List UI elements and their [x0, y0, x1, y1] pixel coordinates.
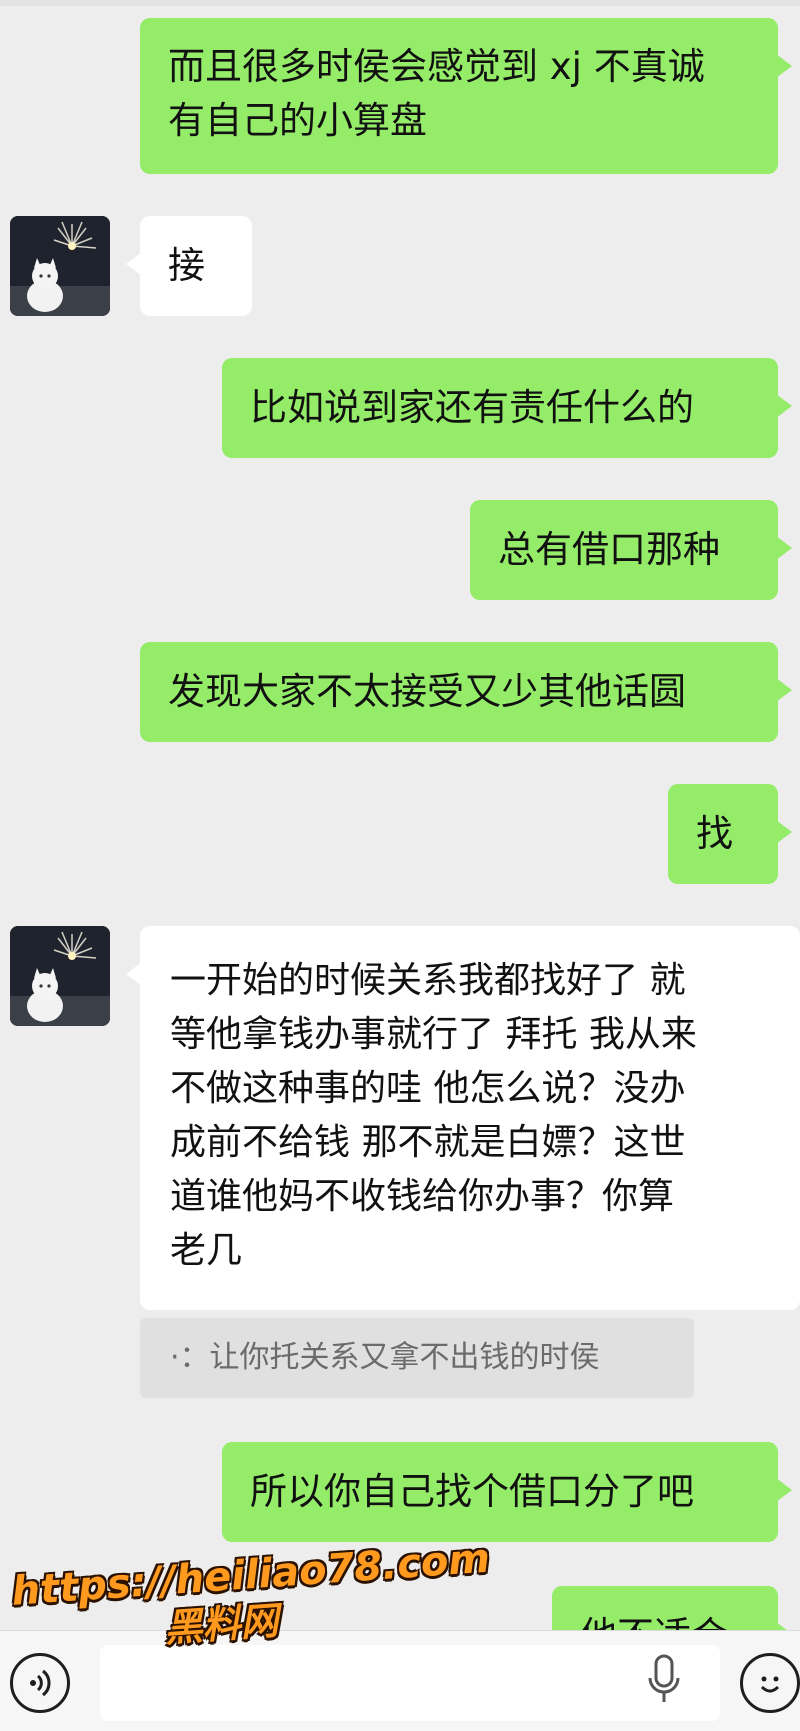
outgoing-message-bubble[interactable]: 找 — [668, 784, 792, 884]
voice-wave-icon — [30, 1669, 51, 1697]
outgoing-message-bubble[interactable]: 他不适合 — [552, 1586, 792, 1630]
emoji-face-icon — [760, 1676, 780, 1693]
incoming-message-bubble[interactable]: 接 — [126, 216, 252, 316]
avatar-cat-fireworks-icon — [10, 926, 110, 1026]
emoji-button[interactable] — [740, 1653, 800, 1713]
outgoing-message-bubble[interactable]: 总有借口那种 — [470, 500, 792, 600]
outgoing-message-bubble[interactable]: 比如说到家还有责任什么的 — [222, 358, 792, 458]
avatar-cat-fireworks-icon — [10, 216, 110, 316]
incoming-message-bubble[interactable]: 一开始的时候关系我都找好了 就 等他拿钱办事就行了 拜托 我从来 不做这种事的哇… — [126, 926, 800, 1310]
message-text-input[interactable] — [100, 1645, 720, 1721]
chat-message-list[interactable]: 而且很多时侯会感觉到 xj 不真诚 有自己的小算盘 接 比如说到家还有责任什么的… — [0, 0, 800, 1630]
contact-avatar[interactable] — [10, 216, 110, 316]
outgoing-message-bubble[interactable]: 所以你自己找个借口分了吧 — [222, 1442, 792, 1542]
quoted-message[interactable]: ·：让你托关系又拿不出钱的时侯 — [140, 1318, 694, 1398]
outgoing-message-bubble[interactable]: 而且很多时侯会感觉到 xj 不真诚 有自己的小算盘 — [140, 18, 792, 174]
outgoing-message-bubble[interactable]: 发现大家不太接受又少其他话圆 — [140, 642, 792, 742]
contact-avatar[interactable] — [10, 926, 110, 1026]
voice-toggle-button[interactable] — [10, 1653, 70, 1713]
microphone-icon[interactable] — [644, 1650, 684, 1710]
